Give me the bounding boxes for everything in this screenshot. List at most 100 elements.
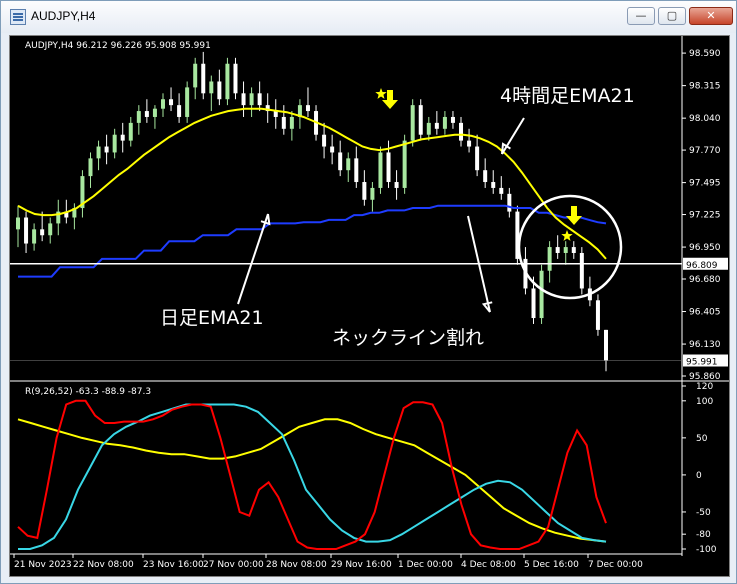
candle-body bbox=[571, 247, 576, 253]
candle-body bbox=[209, 81, 214, 94]
minimize-button[interactable]: — bbox=[627, 7, 655, 25]
price-tick-label: 98.590 bbox=[689, 49, 721, 59]
candle-body bbox=[426, 122, 431, 135]
candle-body bbox=[217, 81, 222, 100]
candle-body bbox=[273, 111, 278, 117]
price-panel: 98.590 98.315 98.040 97.770 97.495 97.225 96.9… bbox=[10, 36, 729, 556]
last-price-label: 95.991 bbox=[686, 358, 718, 368]
candle-body bbox=[507, 193, 512, 212]
candle-body bbox=[249, 93, 254, 106]
candle-body bbox=[305, 105, 310, 112]
chart-canvas[interactable]: 98.590 98.315 98.040 97.770 97.495 97.225 96.9… bbox=[10, 36, 729, 576]
osc-yellow-line bbox=[17, 418, 607, 543]
close-icon: ✕ bbox=[706, 9, 716, 22]
candle-body bbox=[491, 182, 496, 188]
chart-area[interactable]: 98.590 98.315 98.040 97.770 97.495 97.225 96.9… bbox=[9, 35, 730, 577]
candle-body bbox=[16, 217, 20, 230]
price-tick-label: 96.405 bbox=[689, 308, 721, 318]
candle-body bbox=[547, 247, 552, 271]
annotation-neckline-break: ネックライン割れ bbox=[332, 327, 484, 349]
candle-body bbox=[152, 108, 157, 117]
candle-body bbox=[386, 152, 391, 183]
annotation-ema4h: 4時間足EMA21 bbox=[500, 85, 635, 107]
osc-tick-label: -100 bbox=[696, 545, 717, 555]
price-panel-title: AUDJPY,H4 96.212 96.226 95.908 95.991 bbox=[25, 41, 211, 51]
maximize-icon: ▢ bbox=[666, 9, 678, 22]
candle-body bbox=[88, 158, 93, 177]
candle-body bbox=[233, 63, 238, 94]
oscillator-title: R(9,26,52) -63.3 -88.9 -87.3 bbox=[25, 387, 151, 397]
price-tick-label: 95.860 bbox=[689, 372, 721, 382]
minimize-icon: — bbox=[635, 9, 647, 22]
candle-body bbox=[322, 134, 327, 147]
candle-body bbox=[555, 247, 560, 253]
candle-body bbox=[104, 146, 109, 153]
title-bar[interactable]: AUDJPY,H4 — ▢ ✕ bbox=[1, 1, 736, 33]
time-tick-label: 21 Nov 2023 bbox=[14, 560, 72, 570]
candle-body bbox=[402, 140, 407, 188]
candle-body bbox=[354, 158, 359, 183]
osc-tick-label: 120 bbox=[696, 382, 713, 392]
osc-tick-label: 100 bbox=[696, 397, 713, 407]
time-tick-label: 22 Nov 08:00 bbox=[73, 560, 134, 570]
time-tick-label: 28 Nov 08:00 bbox=[266, 560, 327, 570]
candle-body bbox=[185, 87, 190, 117]
candle-body bbox=[459, 122, 464, 141]
osc-tick-label: 50 bbox=[696, 434, 708, 444]
candle-body bbox=[330, 146, 335, 153]
price-tick-label: 97.770 bbox=[689, 146, 721, 156]
candle-body bbox=[346, 158, 351, 171]
time-tick-label: 23 Nov 16:00 bbox=[143, 560, 204, 570]
signal-star-1 bbox=[375, 88, 387, 99]
osc-tick-label: 0 bbox=[696, 471, 702, 481]
candle-body bbox=[40, 229, 45, 236]
price-tick-label: 97.495 bbox=[689, 179, 721, 189]
candle-body bbox=[120, 134, 125, 141]
annotation-daily-ema: 日足EMA21 bbox=[160, 307, 264, 329]
arrow-to-daily-ema-head bbox=[260, 213, 271, 226]
candle-body bbox=[128, 122, 133, 141]
highlight-circle bbox=[517, 194, 623, 300]
time-tick-label: 29 Nov 16:00 bbox=[331, 560, 392, 570]
candle-body bbox=[531, 288, 536, 319]
neckline-price-label: 96.809 bbox=[686, 261, 718, 271]
candle-body bbox=[225, 63, 230, 100]
price-tick-label: 98.040 bbox=[689, 114, 721, 124]
candle-body bbox=[112, 134, 117, 153]
candle-body bbox=[539, 270, 544, 319]
candle-body bbox=[241, 93, 246, 106]
candle-body bbox=[201, 63, 206, 94]
candle-body bbox=[96, 146, 101, 159]
candle-body bbox=[257, 93, 262, 106]
candle-body bbox=[338, 152, 343, 171]
candle-body bbox=[281, 116, 286, 129]
candle-body bbox=[499, 187, 504, 194]
candle-body bbox=[362, 182, 367, 200]
arrow-to-daily-ema bbox=[237, 213, 269, 305]
signal-star-2 bbox=[561, 230, 573, 241]
candle-body bbox=[410, 105, 415, 141]
time-tick-label: 7 Dec 00:00 bbox=[588, 560, 643, 570]
candle-body bbox=[48, 223, 53, 236]
candle-body bbox=[595, 300, 600, 330]
candle-body bbox=[418, 105, 423, 135]
osc-cyan-line bbox=[18, 403, 607, 550]
candle-body bbox=[579, 252, 584, 289]
candle-body bbox=[604, 329, 608, 361]
price-tick-label: 96.680 bbox=[689, 275, 721, 285]
oscillator-panel: 120 100 50 0 -50 -80 -100 bbox=[17, 382, 717, 555]
candle-body bbox=[442, 116, 447, 129]
candle-body bbox=[450, 116, 455, 123]
candle-body bbox=[144, 111, 149, 117]
close-button[interactable]: ✕ bbox=[689, 7, 733, 25]
osc-tick-label: -80 bbox=[696, 530, 711, 540]
price-tick-label: 98.315 bbox=[689, 82, 721, 92]
time-tick-label: 4 Dec 08:00 bbox=[461, 560, 516, 570]
price-tick-label: 96.950 bbox=[689, 243, 721, 253]
candle-body bbox=[483, 170, 488, 183]
candle-body bbox=[160, 99, 165, 109]
price-tick-label: 97.225 bbox=[689, 211, 721, 221]
sell-signal-arrow-2 bbox=[566, 206, 582, 225]
time-tick-label: 27 Nov 00:00 bbox=[203, 560, 264, 570]
maximize-button[interactable]: ▢ bbox=[658, 7, 686, 25]
